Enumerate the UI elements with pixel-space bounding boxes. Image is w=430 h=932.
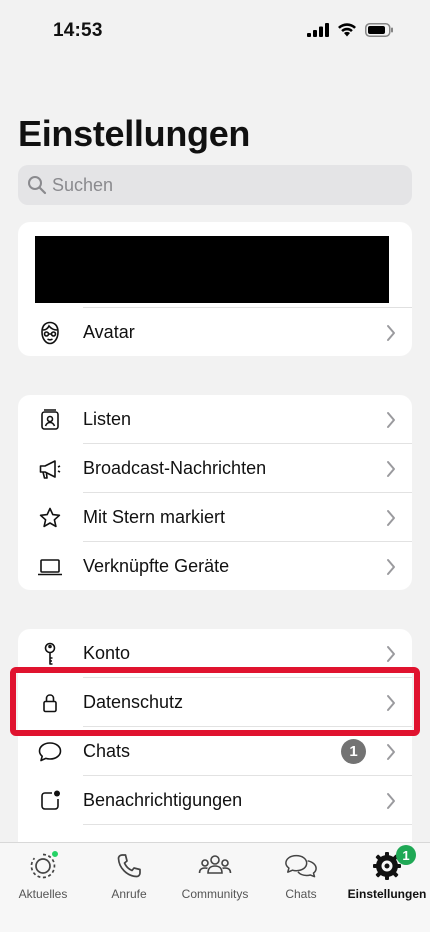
settings-item-linked-devices[interactable]: Verknüpfte Geräte (18, 542, 412, 590)
chevron-right-icon (387, 412, 395, 428)
tab-badge: 1 (396, 845, 416, 865)
status-dot (51, 850, 59, 858)
settings-item-label: Verknüpfte Geräte (83, 556, 230, 576)
settings-item-label: Broadcast-Nachrichten (83, 458, 267, 478)
divider (83, 824, 412, 825)
phone-icon (112, 849, 146, 883)
tab-label: Anrufe (111, 887, 147, 901)
settings-item-label: Benachrichtigungen (83, 790, 243, 810)
chevron-right-icon (387, 646, 395, 662)
settings-item-starred[interactable]: Mit Stern markiert (18, 493, 412, 542)
settings-item-broadcast[interactable]: Broadcast-Nachrichten (18, 444, 412, 493)
tab-label: Communitys (181, 887, 249, 901)
status-icon (26, 849, 60, 883)
tab-updates[interactable]: Aktuelles (0, 849, 86, 909)
status-bar: 14:53 (0, 0, 430, 60)
status-icons (307, 22, 394, 37)
settings-item-label: Konto (83, 643, 131, 663)
tab-chats[interactable]: Chats (258, 849, 344, 909)
chevron-right-icon (387, 461, 395, 477)
key-icon (37, 641, 63, 667)
tab-communities[interactable]: Communitys (172, 849, 258, 909)
tab-label: Chats (285, 887, 317, 901)
tab-calls[interactable]: Anrufe (86, 849, 172, 909)
tab-label: Aktuelles (18, 887, 68, 901)
tab-settings[interactable]: 1 Einstellungen (344, 845, 430, 909)
settings-item-notifications[interactable]: Benachrichtigungen (18, 776, 412, 825)
search-input[interactable] (52, 174, 392, 196)
chevron-right-icon (387, 559, 395, 575)
chevron-right-icon (387, 510, 395, 526)
settings-item-label: Avatar (83, 322, 135, 342)
avatar-face-icon (37, 320, 63, 346)
tab-bar: Aktuelles Anrufe Communitys Chats 1 Eins… (0, 842, 430, 932)
megaphone-icon (37, 456, 63, 482)
battery-icon (365, 22, 393, 37)
star-icon (37, 505, 63, 531)
communities-icon (198, 849, 232, 883)
settings-item-avatar[interactable]: Avatar (18, 308, 412, 356)
settings-item-datenschutz[interactable]: Datenschutz (18, 678, 412, 727)
chat-bubble-icon (37, 739, 63, 765)
contact-list-icon (37, 407, 63, 433)
search-bar[interactable] (18, 165, 412, 205)
lock-icon (37, 690, 63, 716)
chevron-right-icon (387, 793, 395, 809)
tools-card: Listen Broadcast-Nachrichten Mit Stern m… (18, 395, 412, 590)
profile-card: Avatar (18, 222, 412, 356)
settings-item-chats[interactable]: Chats 1 (18, 727, 412, 776)
chevron-right-icon (387, 744, 395, 760)
unread-count-badge: 1 (341, 739, 366, 764)
settings-screen: 14:53 Einstellungen Suchen Avatar Listen… (0, 0, 430, 932)
chats-icon (284, 849, 318, 883)
settings-item-label: Chats (83, 741, 131, 761)
settings-item-konto[interactable]: Konto (18, 629, 412, 678)
chevron-right-icon (387, 695, 395, 711)
settings-item-label: Mit Stern markiert (83, 507, 226, 527)
laptop-icon (37, 554, 63, 580)
search-icon (26, 174, 48, 196)
profile-redacted-block[interactable] (35, 236, 389, 303)
wifi-icon (338, 23, 356, 37)
notification-icon (37, 788, 63, 814)
cellular-signal-icon (307, 22, 329, 37)
settings-item-label: Listen (83, 409, 132, 429)
settings-gear-icon: 1 (370, 845, 416, 883)
page-title: Einstellungen (18, 113, 251, 154)
settings-item-label: Datenschutz (83, 692, 184, 712)
status-time: 14:53 (53, 20, 103, 41)
tab-label: Einstellungen (347, 887, 427, 901)
chevron-right-icon (387, 325, 395, 341)
settings-item-listen[interactable]: Listen (18, 395, 412, 444)
